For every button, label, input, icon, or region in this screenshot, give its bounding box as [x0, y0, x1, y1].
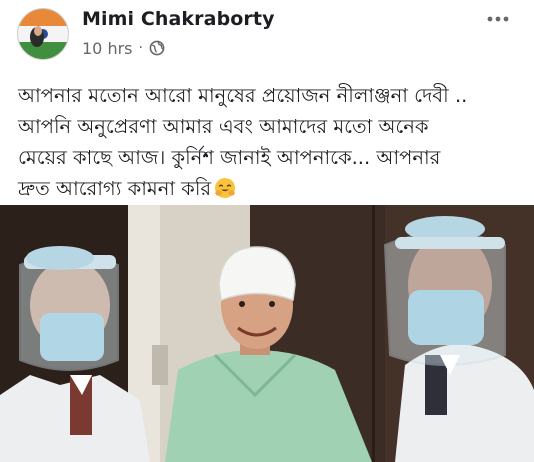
post-photo[interactable]	[0, 205, 534, 462]
post-text-line: আপনার মতোন আরো মানুষের প্রয়োজন নীলাঞ্জন…	[18, 84, 468, 107]
post-header: Mimi Chakraborty 10 hrs ·	[0, 0, 534, 70]
author-name[interactable]: Mimi Chakraborty	[82, 8, 275, 30]
post-text: আপনার মতোন আরো মানুষের প্রয়োজন নীলাঞ্জন…	[18, 80, 523, 204]
avatar-image	[18, 9, 68, 59]
globe-icon	[149, 40, 165, 56]
author-avatar[interactable]	[17, 8, 69, 60]
post-time[interactable]: 10 hrs	[82, 39, 133, 58]
hugging-face-emoji-icon	[214, 177, 236, 199]
meta-separator: ·	[138, 40, 143, 56]
photo-image	[0, 205, 534, 462]
post-meta: 10 hrs ·	[82, 38, 165, 58]
post-text-line: আপনি অনুপ্রেরণা আমার এবং আমাদের মতো অনেক	[18, 115, 429, 138]
post-text-line: দ্রুত আরোগ্য কামনা করি	[18, 177, 212, 200]
post-text-last-line: দ্রুত আরোগ্য কামনা করি	[18, 173, 523, 204]
more-options-icon[interactable]	[486, 10, 510, 22]
facebook-post: Mimi Chakraborty 10 hrs · আপনার মতোন আরো…	[0, 0, 534, 462]
post-text-line: মেয়ের কাছে আজ। কুর্নিশ জানাই আপনাকে... …	[18, 146, 441, 169]
